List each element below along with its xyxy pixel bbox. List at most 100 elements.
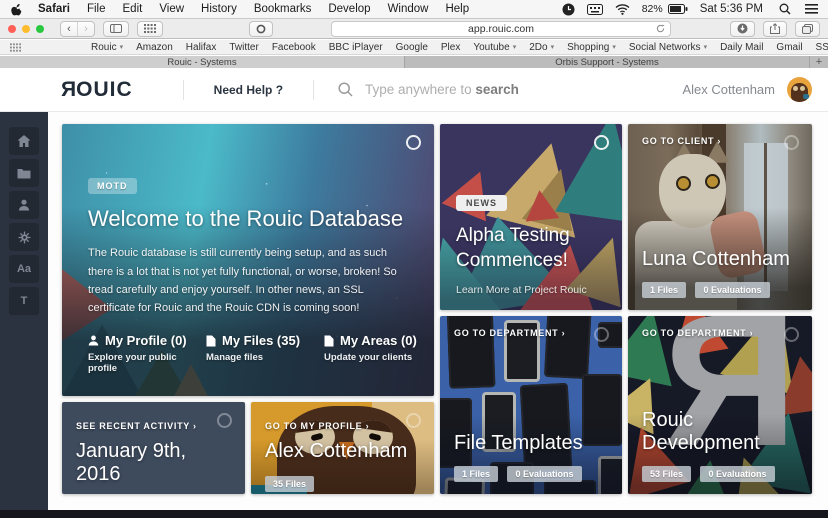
bookmark-facebook[interactable]: Facebook [272, 42, 316, 53]
menu-edit[interactable]: Edit [123, 3, 143, 15]
card-circle-button[interactable] [594, 135, 609, 150]
my-profile-link[interactable]: My Profile (0) Explore your public profi… [88, 333, 206, 374]
bookmark-google[interactable]: Google [396, 42, 428, 53]
app-sidebar: Aa T [0, 112, 48, 510]
address-bar[interactable]: app.rouic.com [331, 20, 671, 37]
file-templates-card[interactable]: GO TO DEPARTMENT › File Templates 1 File… [440, 316, 622, 494]
user-icon [88, 335, 99, 346]
my-areas-link[interactable]: My Areas (0) Update your clients [324, 333, 434, 374]
motd-badge: MOTD [88, 178, 137, 195]
reload-icon[interactable] [656, 23, 665, 33]
client-card[interactable]: GO TO CLIENT › Luna Cottenham 1 Files 0 … [628, 124, 812, 310]
sidebar-item-home[interactable] [9, 127, 39, 155]
bookmark-youtube[interactable]: Youtube ▾ [473, 42, 516, 53]
close-window-button[interactable] [8, 24, 16, 33]
department-name: File Templates [454, 432, 583, 454]
bookmark-bbc-iplayer[interactable]: BBC iPlayer [329, 42, 383, 53]
card-circle-button[interactable] [784, 135, 799, 150]
keyboard-menu-icon[interactable] [586, 3, 603, 15]
avatar-art [803, 94, 809, 99]
top-sites-button[interactable] [137, 20, 163, 37]
safari-toolbar: ‹ › app.rouic.com [0, 19, 828, 39]
bookmark-plex[interactable]: Plex [441, 42, 460, 53]
bookmark-daily-mail[interactable]: Daily Mail [720, 42, 763, 53]
wifi-menu-icon[interactable] [615, 3, 630, 15]
rouic-logo[interactable]: ROUIC [60, 78, 133, 102]
go-to-department-link[interactable]: GO TO DEPARTMENT › [642, 328, 753, 338]
gear-icon [18, 231, 30, 243]
motd-card[interactable]: MOTD Welcome to the Rouic Database The R… [62, 124, 434, 396]
sidebar-item-files[interactable] [9, 159, 39, 187]
go-to-my-profile-link[interactable]: GO TO MY PROFILE › [265, 421, 369, 431]
recent-activity-card[interactable]: SEE RECENT ACTIVITY › January 9th, 2016 … [62, 402, 245, 494]
bookmark-amazon[interactable]: Amazon [136, 42, 173, 53]
menu-file[interactable]: File [87, 3, 106, 15]
tab-rouic-systems[interactable]: Rouic - Systems [0, 56, 404, 68]
card-circle-button[interactable] [784, 327, 799, 342]
bookmark-rouic[interactable]: Rouic ▾ [91, 42, 123, 53]
sidebar-item-clients[interactable] [9, 191, 39, 219]
current-user-name[interactable]: Alex Cottenham [683, 82, 776, 97]
menu-safari[interactable]: Safari [38, 3, 70, 15]
development-card[interactable]: R GO TO DEPARTMENT › Rouic Development 5… [628, 316, 812, 494]
battery-icon[interactable] [667, 4, 688, 14]
sidebar-item-text[interactable]: T [9, 287, 39, 315]
share-button[interactable] [763, 20, 787, 37]
menu-view[interactable]: View [159, 3, 184, 15]
chevron-down-icon: ▾ [703, 44, 708, 51]
clock-label[interactable]: Sat 5:36 PM [700, 3, 763, 15]
menu-window[interactable]: Window [388, 3, 429, 15]
menu-bookmarks[interactable]: Bookmarks [254, 3, 312, 15]
news-badge: NEWS [456, 194, 507, 211]
chevron-down-icon: ▾ [119, 44, 124, 51]
nav-buttons: ‹ › [60, 20, 95, 37]
card-circle-button[interactable] [406, 135, 421, 150]
see-recent-activity-link[interactable]: SEE RECENT ACTIVITY › [76, 421, 197, 431]
tab-orbis-support-systems[interactable]: Orbis Support - Systems [404, 56, 809, 68]
sidebar-item-settings[interactable] [9, 223, 39, 251]
bookmark-2do[interactable]: 2Do ▾ [529, 42, 554, 53]
minimize-window-button[interactable] [22, 24, 30, 33]
menu-develop[interactable]: Develop [328, 3, 370, 15]
back-button[interactable]: ‹ [61, 22, 77, 36]
client-name: Luna Cottenham [642, 248, 790, 270]
forward-button[interactable]: › [77, 21, 94, 36]
my-files-link[interactable]: My Files (35) Manage files [206, 333, 324, 374]
notification-center-icon[interactable] [805, 4, 818, 14]
news-subtitle[interactable]: Learn More at Project Rouic [456, 284, 608, 296]
news-card[interactable]: NEWS Alpha Testing Commences! Learn More… [440, 124, 622, 310]
file-icon [206, 335, 216, 346]
evaluations-count-badge: 0 Evaluations [700, 466, 775, 482]
app-header: ROUIC Need Help ? Type anywhere to searc… [0, 68, 828, 112]
bookmark-twitter[interactable]: Twitter [229, 42, 258, 53]
tab-overview-button[interactable] [795, 20, 820, 37]
card-circle-button[interactable] [594, 327, 609, 342]
user-avatar[interactable] [787, 77, 812, 102]
extension-button[interactable] [249, 20, 273, 37]
files-count-badge: 53 Files [642, 466, 692, 482]
apple-menu-icon[interactable] [10, 3, 22, 16]
go-to-client-link[interactable]: GO TO CLIENT › [642, 136, 721, 146]
files-count-badge: 1 Files [642, 282, 687, 298]
my-profile-card[interactable]: GO TO MY PROFILE › Alex Cottenham 35 Fil… [251, 402, 434, 494]
file-icon [324, 335, 334, 346]
bookmark-shopping[interactable]: Shopping ▾ [567, 42, 616, 53]
global-search[interactable]: Type anywhere to search [338, 82, 519, 97]
new-tab-button[interactable]: + [809, 56, 828, 68]
sidebar-item-fonts[interactable]: Aa [9, 255, 39, 283]
sidebar-toggle-button[interactable] [103, 20, 129, 37]
bookmark-halifax[interactable]: Halifax [186, 42, 217, 53]
menu-help[interactable]: Help [445, 3, 469, 15]
need-help-link[interactable]: Need Help ? [214, 83, 283, 97]
bookmark-gmail[interactable]: Gmail [776, 42, 802, 53]
go-to-department-link[interactable]: GO TO DEPARTMENT › [454, 328, 565, 338]
downloads-button[interactable] [730, 20, 755, 37]
zoom-window-button[interactable] [36, 24, 44, 33]
folder-icon [17, 168, 31, 178]
status-menu-icon[interactable] [562, 3, 575, 16]
bookmark-ssl[interactable]: SSL▾ [816, 42, 828, 53]
favorites-grid-icon[interactable] [10, 42, 21, 52]
menu-history[interactable]: History [201, 3, 237, 15]
spotlight-icon[interactable] [779, 3, 791, 15]
bookmark-social-networks[interactable]: Social Networks ▾ [629, 42, 707, 53]
